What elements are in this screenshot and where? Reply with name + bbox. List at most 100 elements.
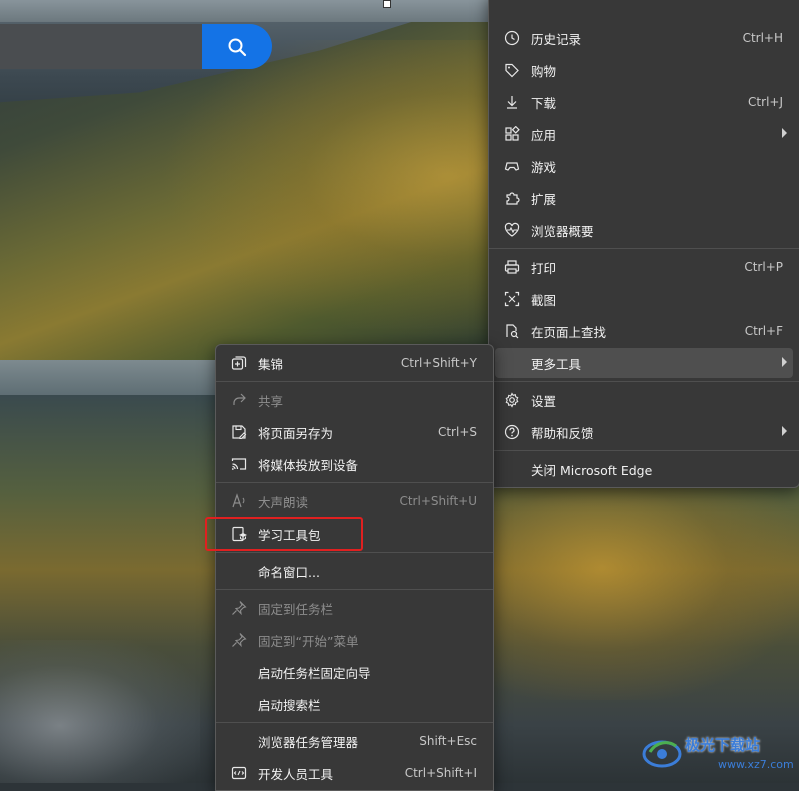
menu-divider — [216, 552, 493, 553]
chevron-right-icon — [782, 426, 787, 436]
menu-divider — [489, 450, 799, 451]
menu-divider — [216, 482, 493, 483]
menu-item-games[interactable]: 游戏 — [495, 151, 793, 181]
menu-item-print[interactable]: 打印 Ctrl+P — [495, 252, 793, 282]
menu-item-label: 浏览器任务管理器 — [258, 734, 359, 750]
submenu-item-task-manager[interactable]: 浏览器任务管理器 Shift+Esc — [222, 726, 487, 756]
resize-handle[interactable] — [383, 0, 391, 8]
menu-item-help-feedback[interactable]: 帮助和反馈 — [495, 417, 793, 447]
menu-item-extensions[interactable]: 扩展 — [495, 183, 793, 213]
menu-item-downloads[interactable]: 下载 Ctrl+J — [495, 87, 793, 117]
site-watermark: 极光下载站 www.xz7.com — [640, 728, 795, 778]
menu-divider — [489, 381, 799, 382]
submenu-item-read-aloud: 大声朗读 Ctrl+Shift+U — [222, 486, 487, 516]
chevron-right-icon — [782, 357, 787, 367]
search-icon — [228, 38, 247, 56]
tag-icon — [503, 61, 521, 79]
menu-divider — [489, 248, 799, 249]
help-icon — [503, 423, 521, 441]
menu-item-label: 设置 — [531, 393, 557, 409]
menu-item-label: 开发人员工具 — [258, 766, 334, 782]
menu-item-label: 扩展 — [531, 191, 557, 207]
submenu-item-developer-tools[interactable]: 开发人员工具 Ctrl+Shift+I — [222, 758, 487, 788]
save-page-icon — [230, 423, 248, 441]
gear-icon — [503, 391, 521, 409]
menu-item-shortcut: Shift+Esc — [419, 734, 477, 748]
menu-item-label: 应用 — [531, 127, 557, 143]
menu-item-label: 截图 — [531, 292, 557, 308]
menu-item-shortcut: Ctrl+S — [437, 425, 477, 439]
menu-item-label: 关闭 Microsoft Edge — [531, 462, 653, 478]
menu-item-label: 将页面另存为 — [258, 425, 334, 441]
menu-item-label: 打印 — [531, 260, 557, 276]
watermark-logo-icon — [642, 740, 682, 768]
download-icon — [503, 93, 521, 111]
menu-divider — [216, 381, 493, 382]
submenu-item-name-window[interactable]: 命名窗口... — [222, 556, 487, 586]
menu-item-label: 固定到任务栏 — [258, 601, 334, 617]
menu-item-label: 启动搜索栏 — [258, 697, 321, 713]
menu-divider — [216, 589, 493, 590]
search-button[interactable] — [202, 24, 272, 69]
find-icon — [503, 322, 521, 340]
menu-item-label: 浏览器概要 — [531, 223, 594, 239]
menu-item-label: 大声朗读 — [258, 494, 309, 510]
menu-item-apps[interactable]: 应用 — [495, 119, 793, 149]
watermark-text: 极光下载站 — [685, 736, 761, 754]
menu-item-shortcut: Ctrl+Shift+U — [399, 494, 477, 508]
menu-item-history[interactable]: 历史记录 Ctrl+H — [495, 23, 793, 53]
menu-item-label: 下载 — [531, 95, 557, 111]
submenu-item-pin-start: 固定到“开始”菜单 — [222, 625, 487, 655]
more-tools-submenu: 集锦 Ctrl+Shift+Y 共享 将页面另存为 Ctrl+S 将媒体投放到设… — [215, 344, 494, 791]
menu-item-shopping[interactable]: 购物 — [495, 55, 793, 85]
submenu-item-collections[interactable]: 集锦 Ctrl+Shift+Y — [222, 348, 487, 378]
menu-item-more-tools[interactable]: 更多工具 — [495, 348, 793, 378]
pin-icon — [230, 599, 248, 617]
menu-item-label: 启动任务栏固定向导 — [258, 665, 371, 681]
menu-divider — [216, 722, 493, 723]
learning-toolkit-icon — [230, 525, 248, 543]
menu-item-label: 在页面上查找 — [531, 324, 607, 340]
devtools-icon — [230, 764, 248, 782]
submenu-item-share: 共享 — [222, 385, 487, 415]
submenu-item-search-bar[interactable]: 启动搜索栏 — [222, 689, 487, 719]
menu-item-label: 命名窗口... — [258, 564, 320, 580]
menu-item-shortcut: Ctrl+H — [742, 31, 783, 45]
puzzle-icon — [503, 189, 521, 207]
menu-item-cutoff[interactable] — [495, 0, 793, 19]
edge-main-menu: 历史记录 Ctrl+H 购物 下载 Ctrl+J 应用 游戏 扩展 浏览器概要 … — [488, 0, 799, 488]
chevron-right-icon — [782, 128, 787, 138]
search-input[interactable] — [0, 24, 205, 69]
gamepad-icon — [503, 157, 521, 175]
read-aloud-icon — [230, 492, 248, 510]
watermark-url: www.xz7.com — [718, 758, 794, 771]
screenshot-icon — [503, 290, 521, 308]
wallpaper-snow — [0, 640, 200, 783]
menu-item-screenshot[interactable]: 截图 — [495, 284, 793, 314]
submenu-item-taskbar-pin-wizard[interactable]: 启动任务栏固定向导 — [222, 657, 487, 687]
heartbeat-icon — [503, 221, 521, 239]
menu-item-label: 历史记录 — [531, 31, 582, 47]
menu-item-close-edge[interactable]: 关闭 Microsoft Edge — [495, 454, 793, 484]
submenu-item-cast-media[interactable]: 将媒体投放到设备 — [222, 449, 487, 479]
menu-item-label: 游戏 — [531, 159, 557, 175]
history-icon — [503, 29, 521, 47]
menu-item-shortcut: Ctrl+Shift+Y — [400, 356, 477, 370]
menu-item-label: 共享 — [258, 393, 284, 409]
menu-item-label: 帮助和反馈 — [531, 425, 594, 441]
apps-icon — [503, 125, 521, 143]
menu-item-label: 固定到“开始”菜单 — [258, 633, 359, 649]
menu-item-find-on-page[interactable]: 在页面上查找 Ctrl+F — [495, 316, 793, 346]
menu-item-shortcut: Ctrl+F — [744, 324, 783, 338]
menu-item-label: 集锦 — [258, 356, 284, 372]
submenu-item-pin-taskbar: 固定到任务栏 — [222, 593, 487, 623]
menu-item-label: 购物 — [531, 63, 557, 79]
collections-icon — [230, 354, 248, 372]
menu-item-label: 将媒体投放到设备 — [258, 457, 359, 473]
menu-item-shortcut: Ctrl+P — [744, 260, 783, 274]
menu-item-browser-essentials[interactable]: 浏览器概要 — [495, 215, 793, 245]
submenu-item-save-page-as[interactable]: 将页面另存为 Ctrl+S — [222, 417, 487, 447]
submenu-item-learning-toolkit[interactable]: 学习工具包 — [222, 519, 487, 549]
menu-item-settings[interactable]: 设置 — [495, 385, 793, 415]
menu-item-label: 学习工具包 — [258, 527, 321, 543]
